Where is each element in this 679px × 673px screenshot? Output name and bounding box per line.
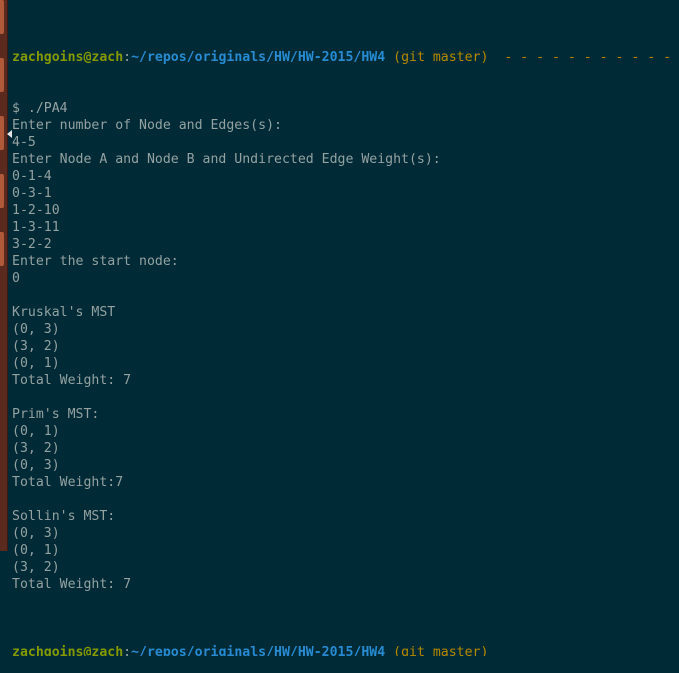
output-line: (0, 3): [12, 525, 679, 542]
output-line: 3-2-2: [12, 236, 679, 253]
output-line: Kruskal's MST: [12, 304, 679, 321]
output-line: Enter number of Node and Edges(s):: [12, 117, 679, 134]
prompt-separator: :: [123, 645, 131, 656]
command-output: $ ./PA4Enter number of Node and Edges(s)…: [12, 100, 679, 610]
output-line: (3, 2): [12, 440, 679, 457]
prompt-git-branch: (git master): [393, 645, 488, 656]
prompt-git-branch: (git master): [393, 50, 488, 65]
prompt-separator: :: [123, 50, 131, 65]
terminal-output[interactable]: zachgoins@zach:~/repos/originals/HW/HW-2…: [12, 15, 679, 551]
output-line: (0, 3): [12, 321, 679, 338]
prompt-path: ~/repos/originals/HW/HW-2015/HW4: [131, 50, 385, 65]
output-line: [12, 593, 679, 610]
output-line: 1-2-10: [12, 202, 679, 219]
prompt-user-host: zachgoins@zach: [12, 645, 123, 656]
output-line: Sollin's MST:: [12, 508, 679, 525]
unity-launcher: [0, 0, 8, 551]
launcher-item[interactable]: [0, 0, 4, 34]
output-line: (0, 1): [12, 423, 679, 440]
output-line: $ ./PA4: [12, 100, 679, 117]
output-line: Total Weight: 7: [12, 372, 679, 389]
output-line: (3, 2): [12, 559, 679, 576]
output-line: 0-1-4: [12, 168, 679, 185]
launcher-item[interactable]: [0, 116, 4, 150]
output-line: 4-5: [12, 134, 679, 151]
output-line: 0: [12, 270, 679, 287]
prompt-line-next: zachgoins@zach:~/repos/originals/HW/HW-2…: [12, 644, 679, 656]
output-line: (0, 1): [12, 355, 679, 372]
output-line: [12, 389, 679, 406]
output-line: Total Weight:7: [12, 474, 679, 491]
launcher-item[interactable]: [0, 174, 4, 208]
output-line: Prim's MST:: [12, 406, 679, 423]
launcher-item[interactable]: [0, 232, 4, 266]
output-line: (3, 2): [12, 338, 679, 355]
prompt-user-host: zachgoins@zach: [12, 50, 123, 65]
output-line: 1-3-11: [12, 219, 679, 236]
output-line: [12, 287, 679, 304]
prompt-dashes: - - - - - - - - - - - -: [504, 50, 679, 65]
launcher-item[interactable]: [0, 58, 4, 92]
prompt-line: zachgoins@zach:~/repos/originals/HW/HW-2…: [12, 49, 679, 66]
output-line: [12, 491, 679, 508]
output-line: Total Weight: 7: [12, 576, 679, 593]
output-line: (0, 3): [12, 457, 679, 474]
prompt-path: ~/repos/originals/HW/HW-2015/HW4: [131, 645, 385, 656]
output-line: 0-3-1: [12, 185, 679, 202]
output-line: Enter Node A and Node B and Undirected E…: [12, 151, 679, 168]
output-line: Enter the start node:: [12, 253, 679, 270]
